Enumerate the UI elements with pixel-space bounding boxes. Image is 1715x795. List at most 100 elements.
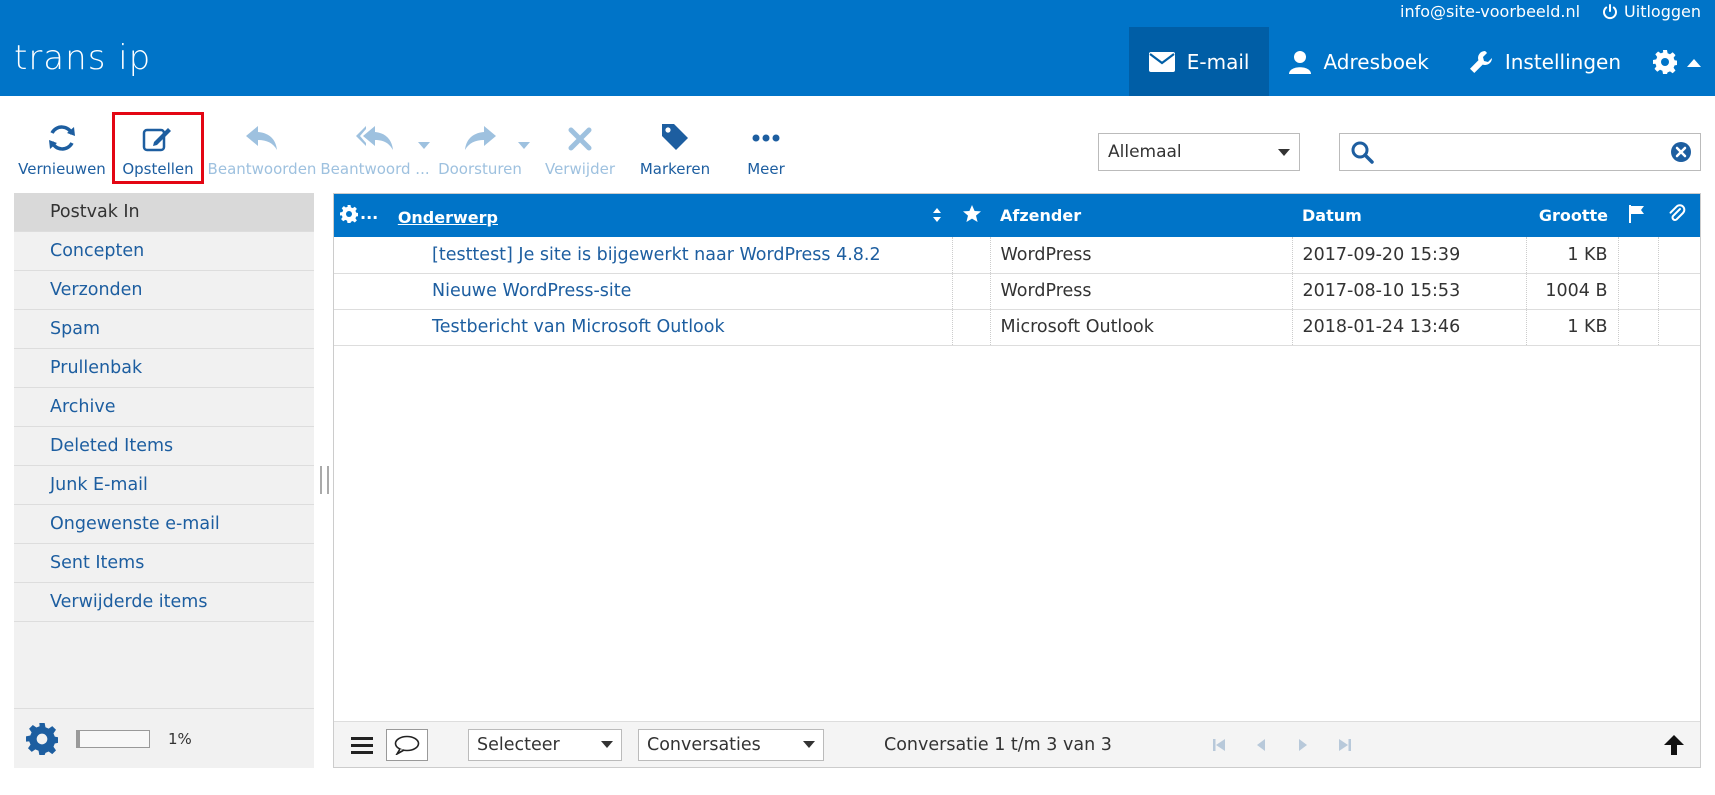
column-from-header[interactable]: Afzender xyxy=(990,194,1292,237)
reply-all-label: Beantwoord ... xyxy=(320,160,430,178)
table-header-row: ... Onderwerp Afzender Datum Grootte xyxy=(334,194,1700,237)
clear-search-icon[interactable] xyxy=(1670,141,1692,163)
list-menu-icon[interactable] xyxy=(350,735,374,755)
sort-arrows-icon[interactable] xyxy=(932,207,942,223)
paperclip-icon[interactable] xyxy=(1668,203,1686,224)
previous-page-icon[interactable] xyxy=(1254,738,1268,752)
message-date: 2018-01-24 13:46 xyxy=(1292,309,1527,345)
message-toolbar: Vernieuwen Opstellen Beantwoorden Beantw… xyxy=(12,112,812,184)
list-options-label: ... xyxy=(360,204,379,224)
sort-subject-link[interactable]: Onderwerp xyxy=(398,208,498,227)
first-page-icon[interactable] xyxy=(1212,738,1226,752)
caret-up-icon xyxy=(1687,58,1701,67)
column-size-header[interactable]: Grootte xyxy=(1526,194,1618,237)
folder-settings-gear-icon[interactable] xyxy=(26,722,58,755)
more-button[interactable]: Meer xyxy=(720,112,812,184)
search-box xyxy=(1339,133,1701,171)
threads-dropdown-label: Conversaties xyxy=(647,734,761,755)
logout-link[interactable]: Uitloggen xyxy=(1602,2,1701,21)
reply-all-dropdown-caret[interactable] xyxy=(418,142,430,149)
reply-icon xyxy=(246,126,277,150)
power-icon xyxy=(1603,3,1618,19)
flag-icon[interactable] xyxy=(1628,204,1646,224)
column-date-header[interactable]: Datum xyxy=(1292,194,1526,237)
star-icon[interactable] xyxy=(962,204,982,224)
message-flag-cell[interactable] xyxy=(952,273,991,309)
app-header: trans ip info@site-voorbeeld.nl Uitlogge… xyxy=(0,0,1715,96)
folder-unwanted-email[interactable]: Ongewenste e-mail xyxy=(14,505,314,544)
folder-inbox[interactable]: Postvak In xyxy=(14,193,314,232)
table-row[interactable]: Testbericht van Microsoft Outlook Micros… xyxy=(334,309,1700,345)
nav-settings-label: Instellingen xyxy=(1504,49,1621,74)
folder-sent[interactable]: Verzonden xyxy=(14,271,314,310)
reply-all-icon xyxy=(356,126,393,150)
forward-button[interactable]: Doorsturen xyxy=(430,112,530,184)
list-options-button[interactable]: ... xyxy=(340,204,378,223)
sidebar-footer: 1% xyxy=(14,708,314,768)
message-size: 1 KB xyxy=(1526,237,1619,273)
account-email[interactable]: info@site-voorbeeld.nl xyxy=(1400,2,1580,21)
list-footer: Selecteer Conversaties Conversatie 1 t/m… xyxy=(334,721,1700,767)
threads-toggle-button[interactable] xyxy=(386,728,428,761)
chevron-down-icon xyxy=(803,741,815,748)
select-dropdown-label: Selecteer xyxy=(477,734,560,755)
message-flag-status[interactable] xyxy=(1618,273,1659,309)
filter-selected-value: Allemaal xyxy=(1108,142,1182,162)
webmail-page: trans ip info@site-voorbeeld.nl Uitlogge… xyxy=(0,0,1715,795)
folder-junk-email[interactable]: Junk E-mail xyxy=(14,466,314,505)
nav-email[interactable]: E-mail xyxy=(1128,27,1270,96)
message-size: 1004 B xyxy=(1526,273,1619,309)
folder-sidebar: Postvak In Concepten Verzonden Spam Prul… xyxy=(14,193,314,768)
search-input[interactable] xyxy=(1382,137,1662,167)
gear-icon xyxy=(1653,49,1677,74)
message-subject[interactable]: [testtest] Je site is bijgewerkt naar Wo… xyxy=(334,237,953,273)
nav-settings[interactable]: Instellingen xyxy=(1449,27,1641,96)
table-row[interactable]: Nieuwe WordPress-site WordPress 2017-08-… xyxy=(334,273,1700,309)
last-page-icon[interactable] xyxy=(1338,738,1352,752)
ellipsis-icon xyxy=(752,134,780,142)
chevron-down-icon xyxy=(1278,148,1290,156)
main-nav: E-mail Adresboek Instellingen xyxy=(1128,27,1715,96)
message-flag-cell[interactable] xyxy=(952,309,991,345)
refresh-button[interactable]: Vernieuwen xyxy=(12,112,112,184)
envelope-icon xyxy=(1148,51,1175,72)
folder-removed-items[interactable]: Verwijderde items xyxy=(14,583,314,622)
message-flag-status[interactable] xyxy=(1618,237,1659,273)
select-dropdown[interactable]: Selecteer xyxy=(468,728,622,761)
more-label: Meer xyxy=(747,160,785,178)
compose-button[interactable]: Opstellen xyxy=(112,112,204,184)
reply-all-button[interactable]: Beantwoord ... xyxy=(320,112,430,184)
table-row[interactable]: [testtest] Je site is bijgewerkt naar Wo… xyxy=(334,237,1700,273)
message-flag-status[interactable] xyxy=(1618,309,1659,345)
wrench-icon xyxy=(1469,50,1492,73)
search-icon[interactable] xyxy=(1350,140,1374,164)
folder-archive[interactable]: Archive xyxy=(14,388,314,427)
delete-button[interactable]: Verwijder xyxy=(530,112,630,184)
message-from: Microsoft Outlook xyxy=(990,309,1293,345)
message-from: WordPress xyxy=(990,273,1293,309)
message-from: WordPress xyxy=(990,237,1293,273)
message-subject[interactable]: Testbericht van Microsoft Outlook xyxy=(334,309,953,345)
compose-icon xyxy=(142,128,171,152)
pane-splitter[interactable] xyxy=(320,466,329,494)
arrow-up-icon[interactable] xyxy=(1662,733,1686,757)
folder-sent-items[interactable]: Sent Items xyxy=(14,544,314,583)
header-options-menu[interactable] xyxy=(1641,27,1715,96)
threads-dropdown[interactable]: Conversaties xyxy=(638,728,824,761)
folder-spam[interactable]: Spam xyxy=(14,310,314,349)
message-subject[interactable]: Nieuwe WordPress-site xyxy=(334,273,953,309)
folder-trash[interactable]: Prullenbak xyxy=(14,349,314,388)
message-flag-cell[interactable] xyxy=(952,237,991,273)
next-page-icon[interactable] xyxy=(1296,738,1310,752)
mark-button[interactable]: Markeren xyxy=(630,112,720,184)
folder-deleted-items[interactable]: Deleted Items xyxy=(14,427,314,466)
transip-logo[interactable]: trans ip xyxy=(14,38,151,78)
mark-label: Markeren xyxy=(639,160,711,178)
nav-addressbook[interactable]: Adresboek xyxy=(1269,27,1448,96)
reply-button[interactable]: Beantwoorden xyxy=(204,112,320,184)
folder-drafts[interactable]: Concepten xyxy=(14,232,314,271)
logout-label: Uitloggen xyxy=(1624,2,1701,21)
message-size: 1 KB xyxy=(1526,309,1619,345)
filter-dropdown[interactable]: Allemaal xyxy=(1098,133,1300,171)
forward-dropdown-caret[interactable] xyxy=(518,142,530,149)
